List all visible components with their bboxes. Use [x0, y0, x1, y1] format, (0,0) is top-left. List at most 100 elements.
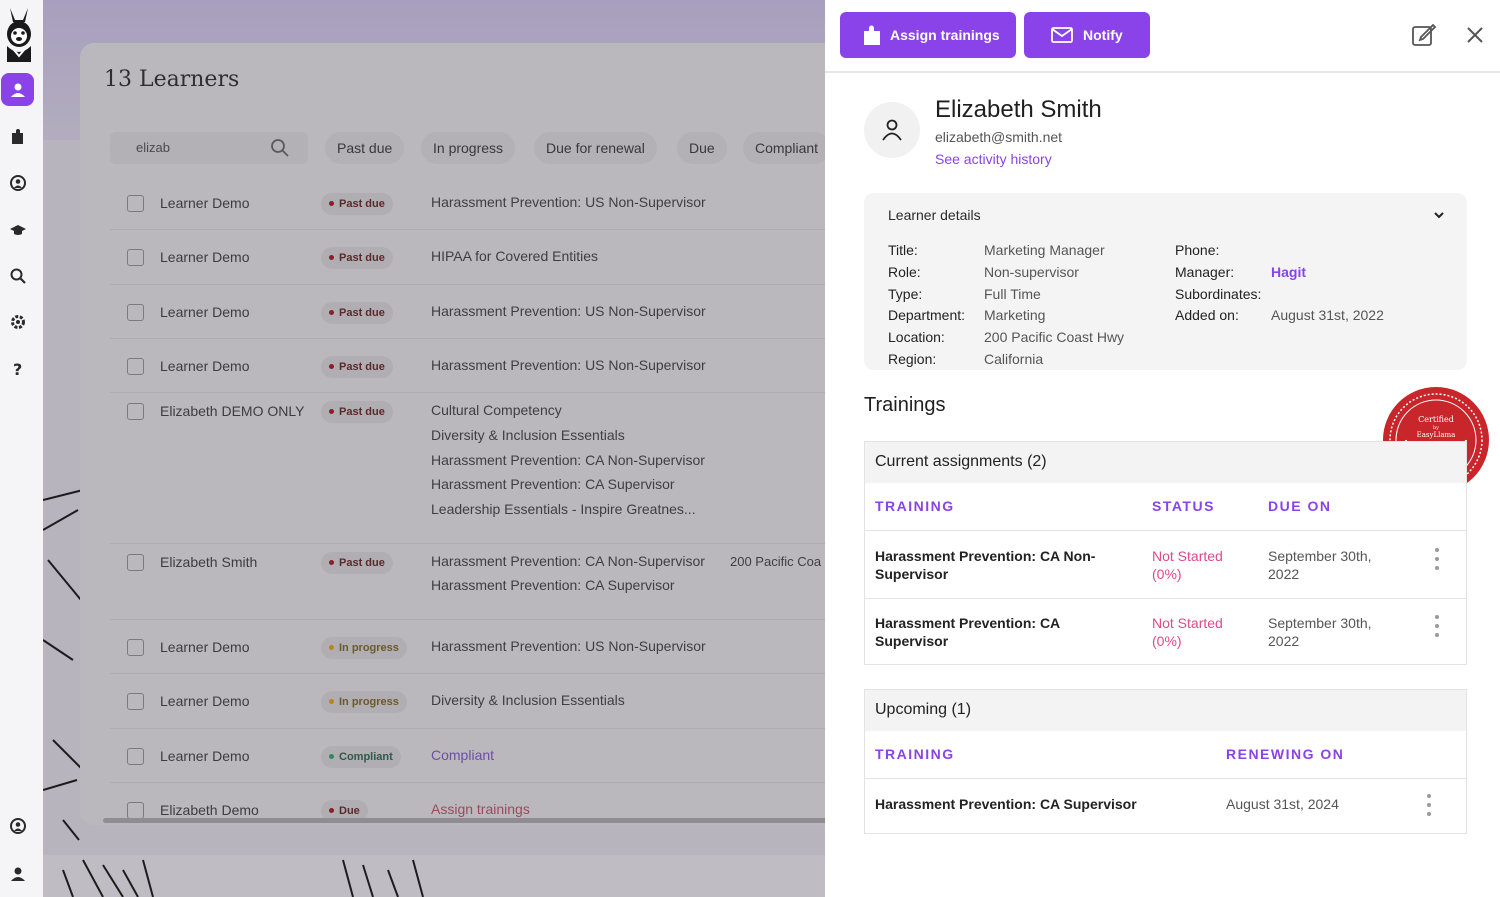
upcoming-section: Upcoming (1) TRAINING RENEWING ON Harass…: [864, 689, 1467, 834]
current-assignments-header: Current assignments (2): [865, 442, 1466, 483]
detail-value: 200 Pacific Coast Hwy: [984, 329, 1125, 346]
row-menu-icon[interactable]: [1434, 548, 1440, 574]
status-badge: Past due: [321, 301, 393, 324]
course-list: Compliant: [431, 743, 494, 768]
course-item: Diversity & Inclusion Essentials: [431, 426, 625, 443]
col-status: STATUS: [1152, 498, 1215, 514]
search-nav-button[interactable]: [1, 259, 34, 292]
row-checkbox[interactable]: [127, 357, 144, 375]
trainings-nav-button[interactable]: [1, 120, 34, 153]
course-list: Cultural Competency Diversity & Inclusion…: [431, 398, 705, 522]
course-item: Cultural Competency: [431, 402, 562, 419]
row-checkbox[interactable]: [127, 553, 144, 571]
course-item: Harassment Prevention: US Non-Supervisor: [431, 194, 706, 210]
learner-name: Learner Demo: [160, 303, 250, 320]
courses-nav-button[interactable]: [1, 213, 34, 246]
course-list: Harassment Prevention: US Non-Supervisor: [431, 190, 706, 215]
course-list: Harassment Prevention: CA Non-Supervisor…: [431, 549, 705, 598]
profile-nav-button[interactable]: [1, 857, 34, 890]
course-list: Diversity & Inclusion Essentials: [431, 688, 625, 713]
detail-label: Added on:: [1175, 307, 1239, 324]
search-value: elizab: [136, 140, 170, 155]
detail-value: Full Time: [984, 285, 1041, 302]
col-training: TRAINING: [875, 746, 955, 762]
learners-search-input[interactable]: elizab: [110, 132, 308, 164]
svg-text:?: ?: [13, 360, 22, 378]
status-badge: In progress: [321, 691, 407, 714]
panel-toolbar: Assign trainings Notify: [825, 0, 1500, 73]
course-item: Harassment Prevention: CA Supervisor: [431, 577, 675, 594]
people-nav-button[interactable]: [1, 166, 34, 199]
training-status: Not Started (0%): [1152, 615, 1223, 649]
table-row[interactable]: Learner Demo Compliant Compliant: [110, 729, 850, 783]
col-training: TRAINING: [875, 498, 955, 514]
table-row[interactable]: Learner Demo Past due HIPAA for Covered En…: [110, 230, 850, 285]
row-checkbox[interactable]: [127, 639, 144, 657]
detail-label: Manager:: [1175, 263, 1235, 280]
table-row[interactable]: Learner Demo Past due Harassment Preventio…: [110, 339, 850, 394]
detail-label: Department:: [888, 307, 966, 324]
training-name: Harassment Prevention: CA Supervisor: [875, 615, 1060, 649]
table-row[interactable]: Elizabeth DEMO ONLY Past due Cultural Comp…: [110, 393, 850, 544]
detail-value: California: [984, 351, 1044, 367]
user-icon: [882, 119, 902, 141]
filter-compliant[interactable]: Compliant: [743, 132, 831, 164]
table-row[interactable]: Learner Demo In progress Diversity & Inclu…: [110, 674, 850, 729]
filter-due-for-renewal[interactable]: Due for renewal: [534, 132, 657, 164]
course-list: Harassment Prevention: US Non-Supervisor: [431, 299, 706, 324]
course-item: HIPAA for Covered Entities: [431, 248, 599, 265]
table-row[interactable]: Learner Demo Past due Harassment Preventio…: [110, 285, 850, 339]
location-cell: 200 Pacific Coa: [730, 553, 822, 569]
learner-name: Learner Demo: [160, 357, 250, 374]
learner-name: Elizabeth Demo: [160, 802, 259, 818]
learner-name: Learner Demo: [160, 693, 250, 710]
row-checkbox[interactable]: [127, 303, 144, 321]
manager-link[interactable]: Hagit: [1271, 264, 1306, 280]
learners-card: 13 Learners elizab Past due In progress …: [80, 43, 860, 825]
table-row[interactable]: Learner Demo In progress Harassment Preven…: [110, 620, 850, 675]
training-due: September 30th, 2022: [1268, 615, 1372, 649]
account-nav-button[interactable]: [1, 809, 34, 842]
detail-label: Title:: [888, 242, 918, 258]
row-menu-icon[interactable]: [1434, 615, 1440, 641]
learner-name: Learner Demo: [160, 747, 250, 764]
row-checkbox[interactable]: [127, 403, 144, 421]
course-item[interactable]: Compliant: [431, 743, 494, 768]
table-row[interactable]: Elizabeth Smith Past due Harassment Preven…: [110, 544, 850, 621]
edit-icon[interactable]: [1411, 22, 1437, 48]
row-menu-icon[interactable]: [1426, 794, 1432, 820]
close-icon[interactable]: [1462, 22, 1488, 48]
filter-past-due[interactable]: Past due: [325, 132, 405, 164]
status-badge: In progress: [321, 637, 407, 660]
help-nav-button[interactable]: ?: [1, 352, 34, 385]
row-checkbox[interactable]: [127, 802, 144, 819]
notify-button[interactable]: Notify: [1024, 12, 1150, 58]
filter-due[interactable]: Due: [677, 132, 727, 164]
settings-nav-button[interactable]: [1, 305, 34, 338]
chevron-down-icon[interactable]: [1433, 209, 1445, 221]
horizontal-scrollbar[interactable]: [103, 818, 843, 823]
activity-history-link[interactable]: See activity history: [935, 151, 1052, 167]
learner-details-header[interactable]: Learner details: [888, 207, 981, 223]
course-item: Leadership Essentials - Inspire Greatnes…: [431, 501, 696, 517]
learner-name: Elizabeth DEMO ONLY: [160, 403, 305, 420]
search-icon: [10, 268, 26, 284]
face-icon: [9, 817, 26, 834]
row-checkbox[interactable]: [127, 249, 144, 267]
learners-nav-button[interactable]: [1, 73, 34, 106]
mail-icon: [1051, 27, 1073, 43]
detail-value: Marketing Manager: [984, 242, 1105, 258]
row-checkbox[interactable]: [127, 693, 144, 711]
assign-trainings-button[interactable]: Assign trainings: [840, 12, 1016, 58]
col-renewing-on: RENEWING ON: [1226, 746, 1345, 762]
learner-name: Learner Demo: [160, 639, 250, 656]
course-item: Harassment Prevention: CA Non-Supervisor: [431, 552, 705, 569]
row-checkbox[interactable]: [127, 747, 144, 765]
status-badge: Past due: [321, 401, 393, 424]
row-checkbox[interactable]: [127, 195, 144, 212]
table-row[interactable]: Learner Demo Past due Harassment Preventio…: [110, 176, 850, 231]
learner-email: elizabeth@smith.net: [935, 129, 1063, 145]
course-item: Harassment Prevention: US Non-Supervisor: [431, 356, 706, 373]
detail-label: Subordinates:: [1175, 285, 1262, 302]
filter-in-progress[interactable]: In progress: [421, 132, 516, 164]
